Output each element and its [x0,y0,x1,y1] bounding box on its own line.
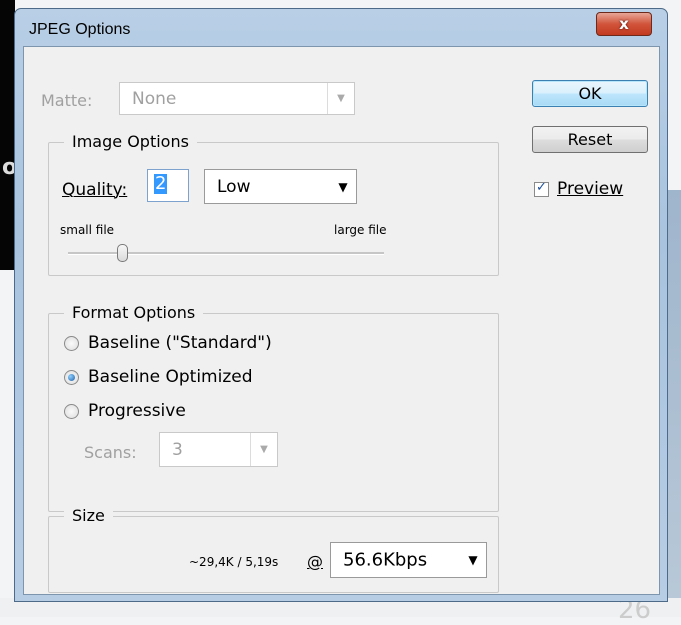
quality-label: Quality: [62,180,128,200]
close-icon: x [619,15,629,33]
slider-max-label: large file [334,223,387,237]
dialog-client-area: Matte: None ▼ Image Options Quality: 2 L… [23,46,660,595]
connection-speed-dropdown[interactable]: 56.6Kbps ▼ [330,542,487,578]
scans-value: 3 [172,439,183,460]
close-button[interactable]: x [596,12,652,36]
matte-dropdown[interactable]: None ▼ [119,82,355,115]
preview-label-text: Preview [557,179,624,199]
scans-dropdown[interactable]: 3 ▼ [159,432,278,467]
progressive-label[interactable]: Progressive [88,401,186,421]
image-options-group [48,142,499,276]
quality-input[interactable]: 2 [147,169,189,202]
size-legend: Size [64,506,113,525]
baseline-standard-label[interactable]: Baseline ("Standard") [88,333,272,353]
chevron-down-icon: ▼ [338,179,348,194]
scans-label: Scans: [84,443,137,462]
matte-label: Matte: [41,91,93,110]
quality-slider-track[interactable] [68,252,384,255]
image-options-legend: Image Options [64,132,197,151]
progressive-radio[interactable] [64,404,79,419]
slider-min-label: small file [60,223,115,237]
format-options-legend: Format Options [64,303,204,322]
reset-button[interactable]: Reset [532,126,648,153]
background-right-strip [666,190,681,617]
jpeg-options-dialog: JPEG Options x Matte: None ▼ Image Optio… [14,8,668,602]
preview-checkbox[interactable] [534,180,549,197]
chevron-down-icon: ▼ [327,83,354,114]
quality-preset-dropdown[interactable]: Low ▼ [204,169,357,204]
dialog-title: JPEG Options [29,21,131,38]
chevron-down-icon: ▼ [468,553,478,567]
baseline-standard-radio[interactable] [64,336,79,351]
quality-input-value: 2 [154,173,168,194]
matte-value: None [132,88,177,109]
ok-button[interactable]: OK [532,80,648,107]
chevron-down-icon: ▼ [250,433,277,466]
at-symbol: @ [307,552,323,571]
connection-speed-value: 56.6Kbps [343,549,428,571]
quality-slider-thumb[interactable] [116,244,128,262]
background-dark-panel [0,0,15,270]
quality-preset-value: Low [217,176,251,197]
size-estimate: ~29,4K / 5,19s [189,555,279,569]
baseline-optimized-radio[interactable] [64,370,79,385]
baseline-optimized-label[interactable]: Baseline Optimized [88,367,253,387]
preview-label[interactable]: Preview [557,179,623,199]
